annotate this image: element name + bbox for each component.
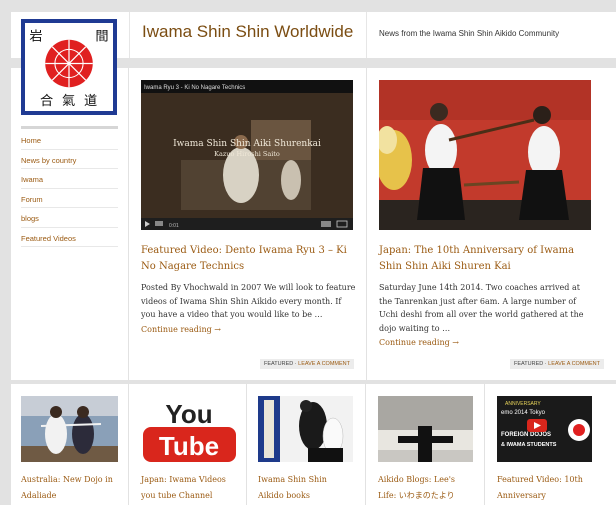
- continue-reading-link[interactable]: Continue reading →: [379, 336, 594, 350]
- tagline-cell: News from the Iwama Shin Shin Aikido Com…: [366, 12, 616, 58]
- post-title[interactable]: Japan: The 10th Anniversary of Iwama Shi…: [379, 243, 594, 275]
- video-thumbnail[interactable]: ANNIVERSARY emo 2014 Tokyo FOREIGN DOJOS…: [497, 396, 592, 462]
- video-time: 0:01: [169, 223, 179, 229]
- sidebar-item-featured-videos[interactable]: Featured Videos: [21, 228, 118, 247]
- youtube-tube-text: Tube: [159, 431, 219, 461]
- site-title[interactable]: Iwama Shin Shin Worldwide: [142, 22, 353, 42]
- post-card: Australia: New Dojo in Adaliade: [11, 384, 128, 505]
- post-excerpt-text: Posted By Vhochwald in 2007 We will look…: [141, 283, 356, 319]
- site-logo[interactable]: 岩 間 合 氣 道: [21, 19, 117, 115]
- sidebar-item-home[interactable]: Home: [21, 130, 118, 150]
- post-title-line-1: Japan: Iwama Videos: [141, 475, 226, 484]
- post-title-line-2: you tube Channel: [141, 491, 213, 500]
- logo-kanji-ai: 合: [40, 93, 53, 109]
- site-tagline: News from the Iwama Shin Shin Aikido Com…: [379, 29, 560, 38]
- post-thumbnail[interactable]: [21, 396, 118, 462]
- sidebar-item-forum[interactable]: Forum: [21, 189, 118, 208]
- post-title[interactable]: Featured Video: 10th Anniversary: [497, 472, 583, 504]
- post-card: Aikido Blogs: Lee's Life: いわまのたより: [366, 384, 484, 505]
- leave-comment-link[interactable]: LEAVE A COMMENT: [548, 361, 600, 367]
- post-card: Iwama Shin Shin Aikido books: [247, 384, 365, 505]
- post-title-line-1: Aikido Blogs: Lee's: [378, 475, 456, 484]
- featured-post-card: Japan: The 10th Anniversary of Iwama Shi…: [367, 68, 616, 380]
- video-title: Iwama Ryu 3 - Ki No Nagare Technics: [144, 85, 245, 91]
- post-title[interactable]: Japan: Iwama Videos you tube Channel: [141, 472, 226, 504]
- leave-comment-link[interactable]: LEAVE A COMMENT: [298, 361, 350, 367]
- settings-icon[interactable]: [321, 221, 331, 227]
- post-meta: FEATURED · LEAVE A COMMENT: [260, 359, 354, 369]
- post-title-line-1: Australia: New Dojo in: [21, 475, 113, 484]
- logo-emblem-icon: 岩 間 合 氣 道: [25, 23, 113, 111]
- post-thumbnail[interactable]: [378, 396, 473, 462]
- video-overlay-subtitle: Kazuo Hiroshi Saito: [214, 150, 280, 158]
- post-card: You Tube Japan: Iwama Videos you tube Ch…: [129, 384, 246, 505]
- post-title-line-1: Iwama Shin Shin: [258, 475, 327, 484]
- sidebar-item-blogs[interactable]: blogs: [21, 208, 118, 228]
- post-title[interactable]: Aikido Blogs: Lee's Life: いわまのたより: [378, 472, 455, 504]
- featured-post-card: Iwama Ryu 3 - Ki No Nagare Technics Iwam…: [129, 68, 366, 380]
- video-player[interactable]: Iwama Ryu 3 - Ki No Nagare Technics Iwam…: [141, 80, 353, 230]
- post-title[interactable]: Iwama Shin Shin Aikido books: [258, 472, 327, 504]
- sidebar-item-iwama[interactable]: Iwama: [21, 169, 118, 189]
- logo-kanji-iwa: 岩: [29, 29, 42, 45]
- logo-kanji-ki: 氣: [62, 93, 75, 109]
- post-title-line-2: Adaliade: [21, 491, 57, 500]
- post-title-line-2: Aikido books: [258, 491, 310, 500]
- post-excerpt-text: Saturday June 14th 2014. Two coaches arr…: [379, 283, 584, 333]
- sidebar-item-news-by-country[interactable]: News by country: [21, 150, 118, 169]
- post-title-line-2: Anniversary: [497, 491, 546, 500]
- logo-kanji-do: 道: [84, 93, 97, 109]
- post-title[interactable]: Featured Video: Dento Iwama Ryu 3 – Ki N…: [141, 243, 356, 275]
- logo-kanji-ma: 間: [95, 30, 108, 45]
- post-title-line-2: Life: いわまのたより: [378, 491, 455, 500]
- category-tag[interactable]: FEATURED: [514, 361, 543, 367]
- sidebar-nav: Home News by country Iwama Forum blogs F…: [21, 130, 118, 247]
- volume-icon[interactable]: [155, 221, 163, 226]
- post-meta: FEATURED · LEAVE A COMMENT: [510, 359, 604, 369]
- post-card: ANNIVERSARY emo 2014 Tokyo FOREIGN DOJOS…: [485, 384, 616, 505]
- youtube-you-text: You: [165, 399, 212, 429]
- post-title[interactable]: Australia: New Dojo in Adaliade: [21, 472, 113, 504]
- video-overlay-title: Iwama Shin Shin Aiki Shurenkai: [173, 139, 321, 149]
- thumb-text-demo: emo 2014 Tokyo: [501, 410, 546, 416]
- post-excerpt: Saturday June 14th 2014. Two coaches arr…: [379, 281, 594, 350]
- thumb-text-anniversary: ANNIVERSARY: [505, 401, 541, 407]
- continue-reading-link[interactable]: Continue reading →: [141, 323, 356, 337]
- post-title-line-1: Featured Video: 10th: [497, 475, 583, 484]
- post-thumbnail[interactable]: You Tube: [141, 396, 238, 462]
- thumb-text-iwama-students: & IWAMA STUDENTS: [501, 442, 557, 448]
- post-excerpt: Posted By Vhochwald in 2007 We will look…: [141, 281, 356, 336]
- site-title-cell: Iwama Shin Shin Worldwide: [129, 12, 366, 58]
- sidebar-divider: [21, 126, 118, 129]
- category-tag[interactable]: FEATURED: [264, 361, 293, 367]
- thumb-text-foreign-dojos: FOREIGN DOJOS: [501, 432, 551, 438]
- post-thumbnail[interactable]: [379, 80, 591, 230]
- post-thumbnail[interactable]: [258, 396, 353, 462]
